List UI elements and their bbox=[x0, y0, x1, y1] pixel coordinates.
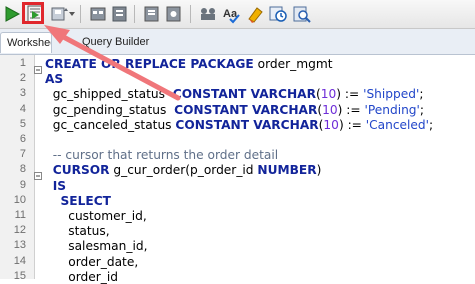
code-text: gc_canceled_status bbox=[45, 117, 176, 132]
sql-keyword: CONSTANT VARCHAR bbox=[172, 87, 316, 102]
eraser-icon[interactable] bbox=[246, 4, 266, 24]
line-number: 12 bbox=[13, 224, 26, 237]
line-number: 13 bbox=[13, 239, 26, 252]
code-line: gc_shipped_status CONSTANT VARCHAR(10) :… bbox=[45, 87, 424, 102]
tab-query-builder[interactable]: Query Builder bbox=[76, 32, 176, 53]
toolbar: Aa bbox=[0, 0, 475, 29]
code-comment: -- cursor that returns the order detail bbox=[45, 148, 279, 163]
line-number: 7 bbox=[19, 148, 26, 161]
tab-worksheet[interactable]: Worksheet bbox=[0, 32, 52, 53]
line-number: 4 bbox=[19, 102, 26, 115]
toolbar-separator bbox=[190, 5, 191, 23]
line-number: 5 bbox=[19, 117, 26, 130]
code-text: ) := bbox=[338, 117, 366, 132]
sql-keyword: CURSOR bbox=[52, 163, 110, 178]
code-text: ; bbox=[429, 117, 434, 132]
line-number: 1 bbox=[19, 57, 26, 69]
code-line: customer_id, bbox=[45, 209, 147, 223]
line-number: 8 bbox=[19, 163, 26, 176]
code-line: AS bbox=[45, 72, 63, 86]
number-literal: 10 bbox=[322, 102, 338, 117]
code-text: ) := bbox=[336, 87, 364, 102]
code-line: salesman_id, bbox=[45, 239, 147, 253]
find-icon[interactable] bbox=[292, 4, 312, 24]
code-text: ) := bbox=[337, 102, 365, 117]
editor-tab-bar: Worksheet Query Builder bbox=[0, 29, 475, 55]
toolbar-separator bbox=[134, 5, 135, 23]
dropdown-arrow-icon[interactable] bbox=[67, 4, 87, 24]
sql-keyword: CREATE OR REPLACE PACKAGE bbox=[45, 57, 254, 71]
code-line: -- cursor that returns the order detail bbox=[45, 148, 278, 162]
line-number: 3 bbox=[19, 87, 26, 100]
code-text: order_id bbox=[45, 269, 118, 284]
clear-icon[interactable] bbox=[164, 4, 184, 24]
sql-tuning-icon[interactable] bbox=[142, 4, 162, 24]
sql-keyword: SELECT bbox=[60, 193, 111, 208]
sql-keyword: NUMBER bbox=[257, 163, 317, 178]
autotrace-icon[interactable] bbox=[110, 4, 130, 24]
line-number: 2 bbox=[19, 72, 26, 85]
code-line: order_id bbox=[45, 270, 118, 284]
number-literal: 10 bbox=[323, 117, 339, 132]
code-text: order_mgmt bbox=[253, 57, 333, 71]
number-literal: 10 bbox=[320, 87, 337, 102]
code-text: gc_pending_status bbox=[45, 102, 175, 117]
code-text: gc_shipped_status bbox=[45, 87, 173, 102]
history-icon[interactable] bbox=[268, 4, 288, 24]
format-icon[interactable] bbox=[198, 4, 218, 24]
string-literal: 'Canceled' bbox=[365, 117, 429, 132]
code-line: gc_pending_status CONSTANT VARCHAR(10) :… bbox=[45, 103, 424, 117]
code-line: CREATE OR REPLACE PACKAGE order_mgmt bbox=[45, 57, 333, 71]
code-text: salesman_id, bbox=[45, 239, 148, 254]
code-text: ; bbox=[419, 87, 424, 102]
line-number: 15 bbox=[13, 269, 26, 282]
code-text: ) bbox=[316, 163, 322, 178]
sql-keyword: AS bbox=[45, 72, 64, 87]
code-text: order_date, bbox=[45, 254, 139, 269]
sql-keyword: CONSTANT VARCHAR bbox=[174, 102, 318, 117]
code-line: gc_canceled_status CONSTANT VARCHAR(10) … bbox=[45, 118, 433, 132]
line-number: 9 bbox=[19, 178, 26, 191]
explain-plan-icon[interactable] bbox=[88, 4, 108, 24]
code-text: g_cur_order(p_order_id bbox=[109, 163, 258, 178]
string-literal: 'Shipped' bbox=[363, 87, 420, 102]
fold-toggle-icon[interactable] bbox=[34, 167, 42, 181]
line-number-gutter: 1 2 3 4 5 6 7 8 9 10 11 12 13 14 15 bbox=[0, 55, 35, 282]
run-script-highlight bbox=[22, 2, 44, 24]
code-line: SELECT bbox=[45, 194, 111, 208]
run-statement-icon[interactable] bbox=[2, 4, 22, 24]
fold-toggle-icon[interactable] bbox=[34, 61, 42, 74]
code-line: status, bbox=[45, 224, 110, 239]
code-line: IS bbox=[45, 179, 66, 193]
sql-keyword: IS bbox=[52, 178, 67, 193]
code-text: status, bbox=[45, 224, 110, 239]
line-number: 11 bbox=[14, 209, 26, 221]
code-text: ; bbox=[419, 102, 424, 117]
code-line: order_date, bbox=[45, 255, 138, 269]
sql-keyword: CONSTANT VARCHAR bbox=[175, 117, 319, 132]
line-number: 10 bbox=[13, 193, 26, 206]
line-number: 14 bbox=[13, 254, 26, 267]
code-editor[interactable]: 1 2 3 4 5 6 7 8 9 10 11 12 13 14 15 CREATE OR REPLACE … bbox=[0, 55, 475, 284]
code-line: CURSOR g_cur_order(p_order_id NUMBER) bbox=[45, 163, 322, 178]
code-text: customer_id, bbox=[45, 209, 147, 223]
spell-check-icon[interactable]: Aa bbox=[222, 4, 242, 24]
string-literal: 'Pending' bbox=[364, 102, 420, 117]
line-number: 6 bbox=[19, 133, 26, 145]
toolbar-separator bbox=[80, 5, 81, 23]
